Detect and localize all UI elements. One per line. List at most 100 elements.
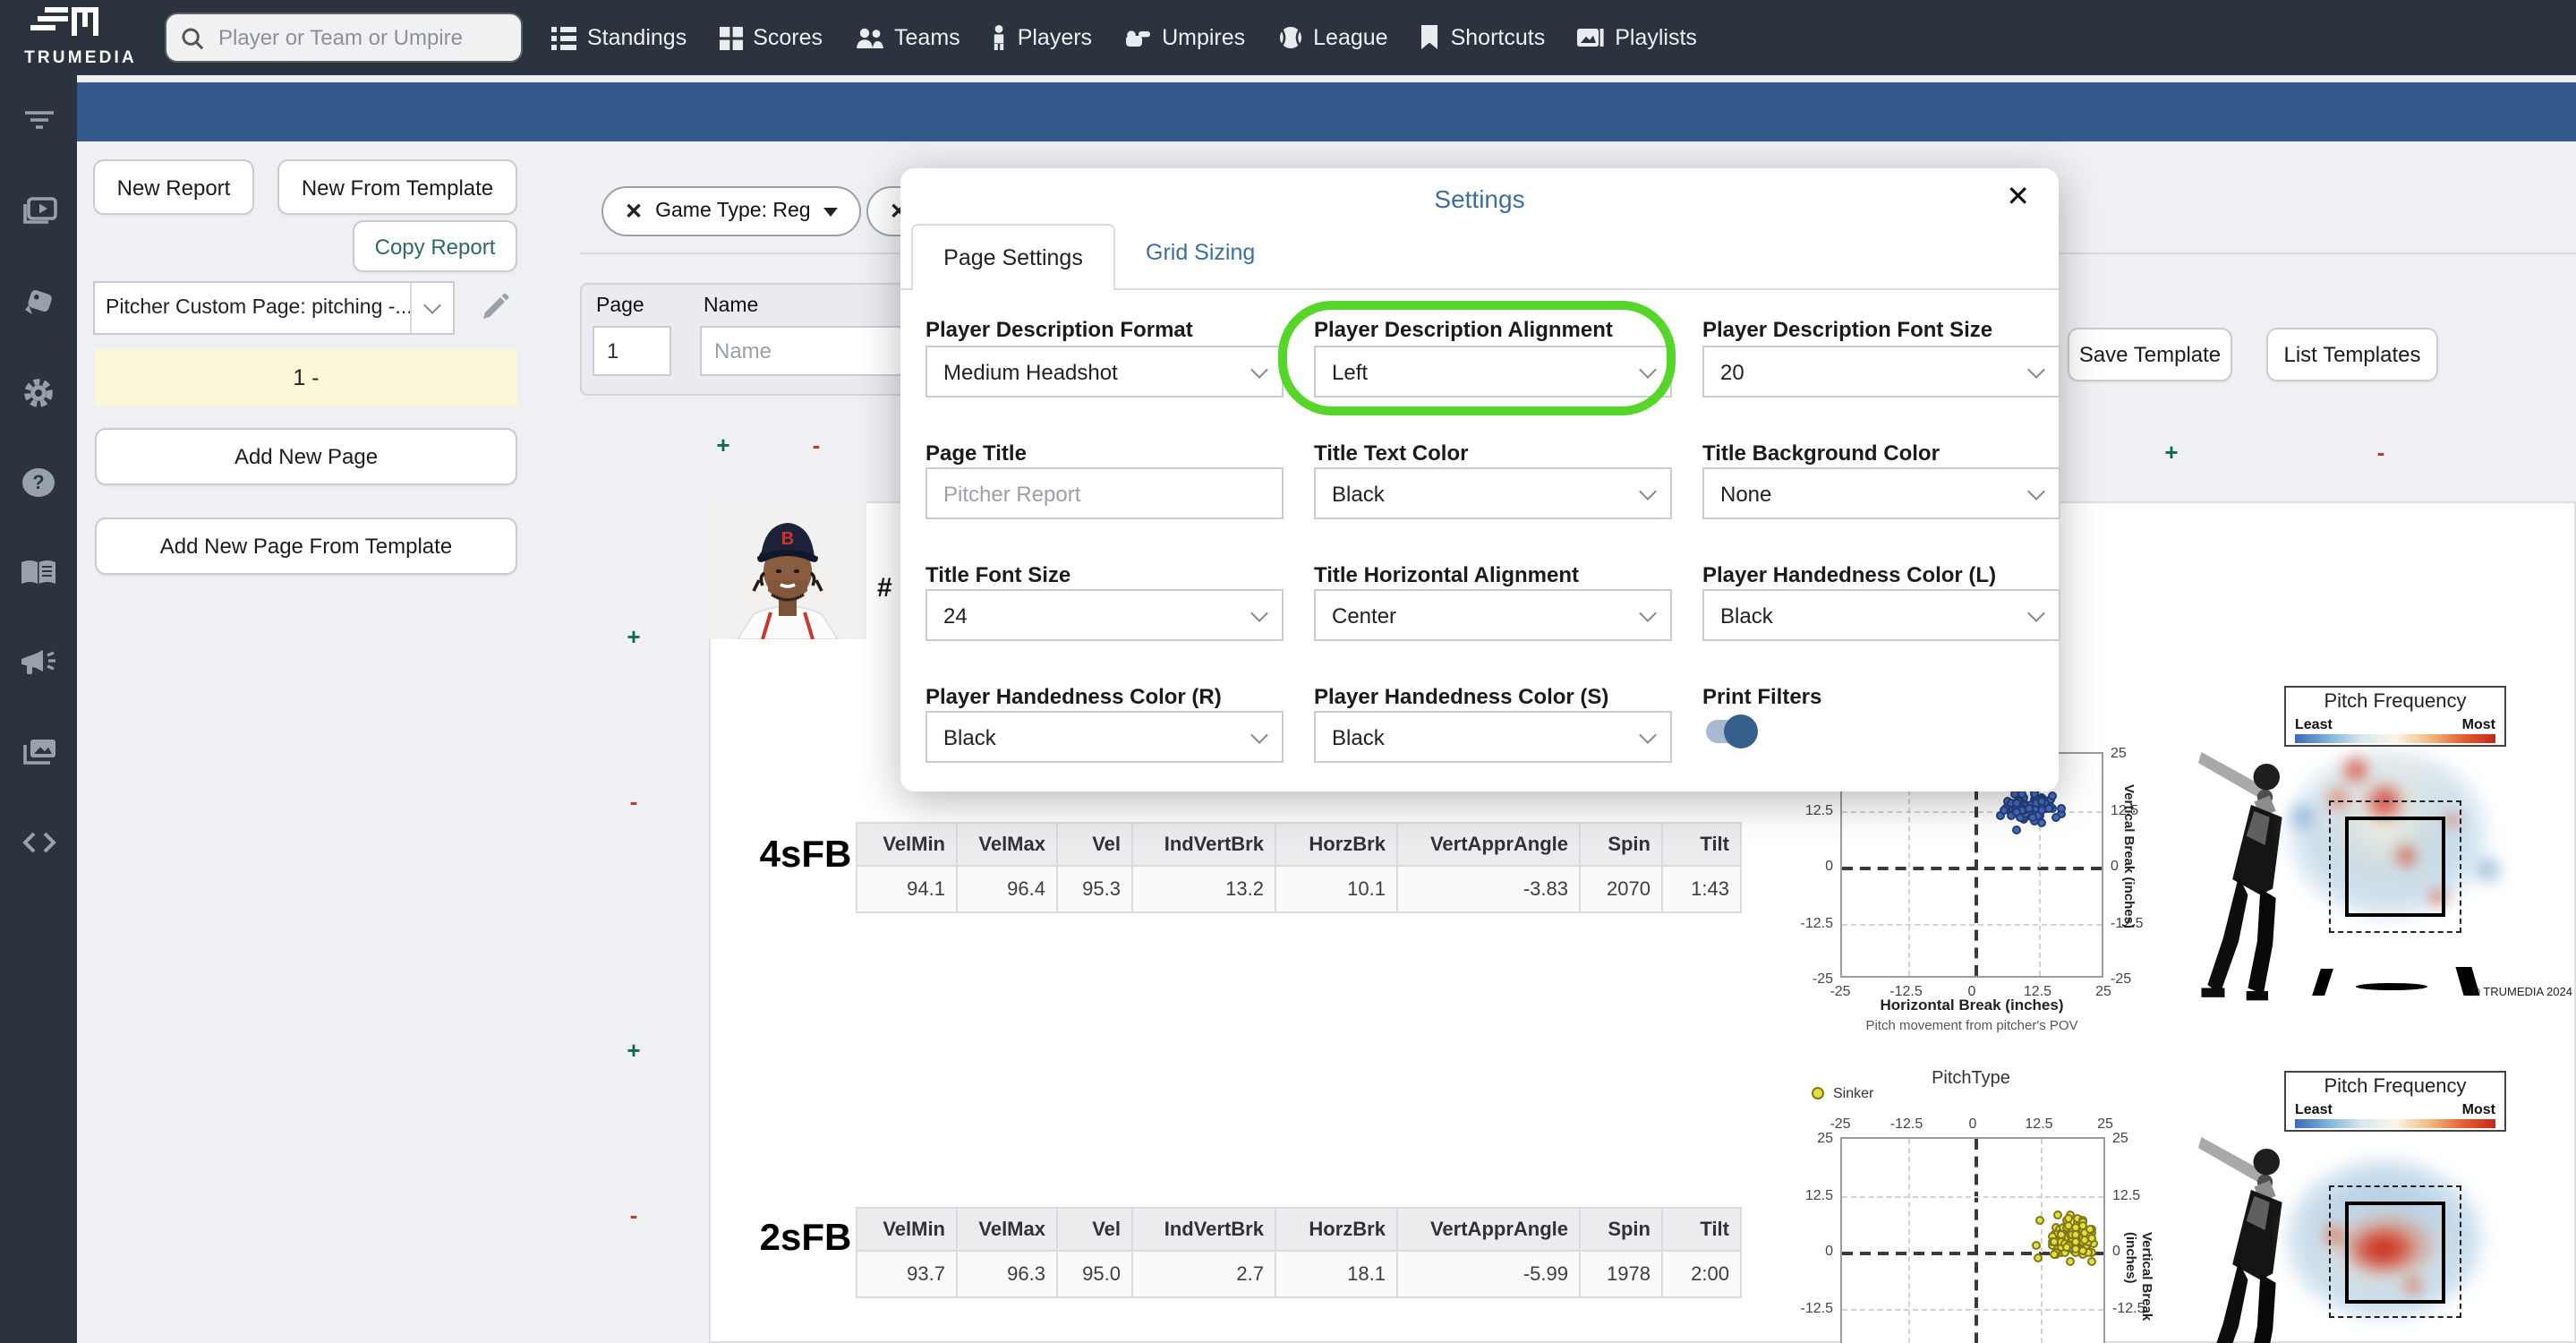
save-template-label: Save Template (2078, 342, 2222, 367)
col-header: Vel (1058, 824, 1133, 867)
trumedia-logo-text: TRUMEDIA (24, 48, 137, 68)
plot-area (1840, 1137, 2105, 1343)
data-point (2037, 817, 2047, 827)
remove-column-button[interactable]: - (802, 432, 831, 458)
gridline (1842, 923, 2102, 925)
stat-cell: 1978 (1581, 1252, 1663, 1298)
chevron-down-icon (1639, 482, 1657, 500)
trumedia-logo[interactable]: TRUMEDIA (13, 4, 149, 72)
page-title-input[interactable] (925, 467, 1284, 519)
settings-gear-icon[interactable] (0, 369, 77, 415)
data-point (2056, 803, 2066, 813)
global-search[interactable] (165, 13, 523, 63)
stat-cell: 2:00 (1663, 1252, 1742, 1298)
add-row-button[interactable]: + (619, 623, 648, 650)
data-point (2063, 1220, 2073, 1230)
heatmap-title: Pitch Frequency (2324, 691, 2467, 713)
glossary-book-icon[interactable] (0, 550, 77, 596)
page-number-input[interactable] (593, 326, 671, 376)
player-handedness-color-l-select[interactable]: Black (1702, 589, 2060, 641)
nav-scores[interactable]: Scores (719, 25, 823, 50)
nav-label: Scores (753, 25, 823, 50)
nav-players[interactable]: Players (993, 25, 1092, 50)
screenshots-icon[interactable] (0, 729, 77, 775)
player-description-alignment-select[interactable]: Left (1314, 346, 1672, 398)
tag-icon[interactable] (0, 279, 77, 326)
title-font-size-select[interactable]: 24 (925, 589, 1284, 641)
player-handedness-color-r-select[interactable]: Black (925, 711, 1284, 763)
nav-playlists[interactable]: Playlists (1577, 25, 1697, 50)
filter-icon[interactable] (0, 97, 77, 143)
add-column-button[interactable]: + (709, 432, 738, 458)
trumedia-logo-icon (30, 7, 98, 36)
close-icon[interactable]: ✕ (2006, 179, 2030, 215)
y-axis-tick: 25 (2112, 1130, 2128, 1146)
save-template-button[interactable]: Save Template (2068, 328, 2232, 381)
edit-pencil-icon[interactable] (480, 292, 510, 322)
title-horizontal-alignment-select[interactable]: Center (1314, 589, 1672, 641)
col-header: Spin (1581, 824, 1663, 867)
new-from-template-label: New From Template (301, 175, 494, 200)
add-new-page-from-template-button[interactable]: Add New Page From Template (95, 518, 517, 575)
list-templates-button[interactable]: List Templates (2266, 328, 2438, 381)
heatmap-title: Pitch Frequency (2324, 1076, 2467, 1098)
player-description-format-select[interactable]: Medium Headshot (925, 346, 1284, 398)
trumedia-watermark: © TRUMEDIA 2024 (2471, 987, 2572, 999)
chevron-down-icon (1639, 360, 1657, 378)
copy-report-button[interactable]: Copy Report (353, 220, 517, 272)
data-point (2061, 1242, 2071, 1252)
remove-row-button[interactable]: - (619, 1202, 648, 1228)
nav-teams[interactable]: Teams (855, 25, 960, 50)
nav-umpires[interactable]: Umpires (1124, 25, 1245, 50)
field-label: Player Description Font Size (1702, 317, 1993, 342)
tab-page-settings[interactable]: Page Settings (911, 224, 1115, 290)
svg-text:B: B (781, 529, 794, 549)
frequency-gradient-bar (2295, 734, 2495, 743)
field-label: Title Background Color (1702, 441, 1940, 466)
search-input[interactable] (215, 23, 501, 52)
print-filters-toggle[interactable] (1706, 714, 1758, 748)
embed-code-icon[interactable] (0, 818, 77, 865)
caret-down-icon (823, 207, 838, 216)
new-report-button[interactable]: New Report (93, 159, 254, 215)
add-new-page-button[interactable]: Add New Page (95, 428, 517, 485)
copy-report-label: Copy Report (374, 234, 496, 259)
report-select-chevron[interactable] (410, 283, 453, 333)
add-row-button[interactable]: + (619, 1037, 648, 1064)
remove-filter-icon[interactable]: ✕ (625, 199, 643, 224)
app-root: TRUMEDIA Standings Scores Teams Players (0, 0, 2576, 1343)
nav-standings[interactable]: Standings (551, 25, 687, 50)
scale-min-label: Least (2295, 716, 2333, 732)
page-list-item[interactable]: 1 - (95, 349, 517, 406)
title-background-color-select[interactable]: None (1702, 467, 2060, 519)
add-column-button[interactable]: + (2157, 439, 2186, 466)
chevron-down-icon (1250, 603, 1268, 621)
umpires-icon (1126, 30, 1151, 46)
x-axis-sublabel: Pitch movement from pitcher's POV (1865, 1017, 2078, 1033)
remove-row-button[interactable]: - (619, 788, 648, 815)
video-playlist-icon[interactable] (0, 188, 77, 235)
y-axis-tick: -25 (1812, 971, 1833, 987)
x-axis-label: Horizontal Break (inches) (1880, 996, 2064, 1014)
y-axis-tick: -12.5 (1800, 914, 1833, 930)
scale-min-label: Least (2295, 1101, 2333, 1117)
player-handedness-color-s-select[interactable]: Black (1314, 711, 1672, 763)
nav-shortcuts[interactable]: Shortcuts (1420, 25, 1545, 50)
standings-icon (551, 26, 576, 49)
col-header: HorzBrk (1276, 824, 1398, 867)
gridline (1842, 1195, 2103, 1197)
new-from-template-button[interactable]: New From Template (277, 159, 517, 215)
title-text-color-select[interactable]: Black (1314, 467, 1672, 519)
nav-league[interactable]: League (1277, 25, 1388, 50)
navbar-items: Standings Scores Teams Players Umpires L… (551, 0, 1697, 75)
report-select[interactable]: Pitcher Custom Page: pitching -... (93, 281, 455, 335)
player-description-font-size-select[interactable]: 20 (1702, 346, 2060, 398)
tab-grid-sizing[interactable]: Grid Sizing (1146, 240, 1255, 265)
remove-column-button[interactable]: - (2367, 439, 2395, 466)
game-type-filter-chip[interactable]: ✕ Game Type: Reg (601, 186, 861, 236)
data-point (2024, 803, 2034, 813)
x-axis-tick: 12.5 (2025, 1116, 2053, 1132)
help-icon[interactable]: ? (0, 458, 77, 505)
page-list-item-label: 1 - (293, 365, 320, 390)
announcements-megaphone-icon[interactable] (0, 639, 77, 686)
